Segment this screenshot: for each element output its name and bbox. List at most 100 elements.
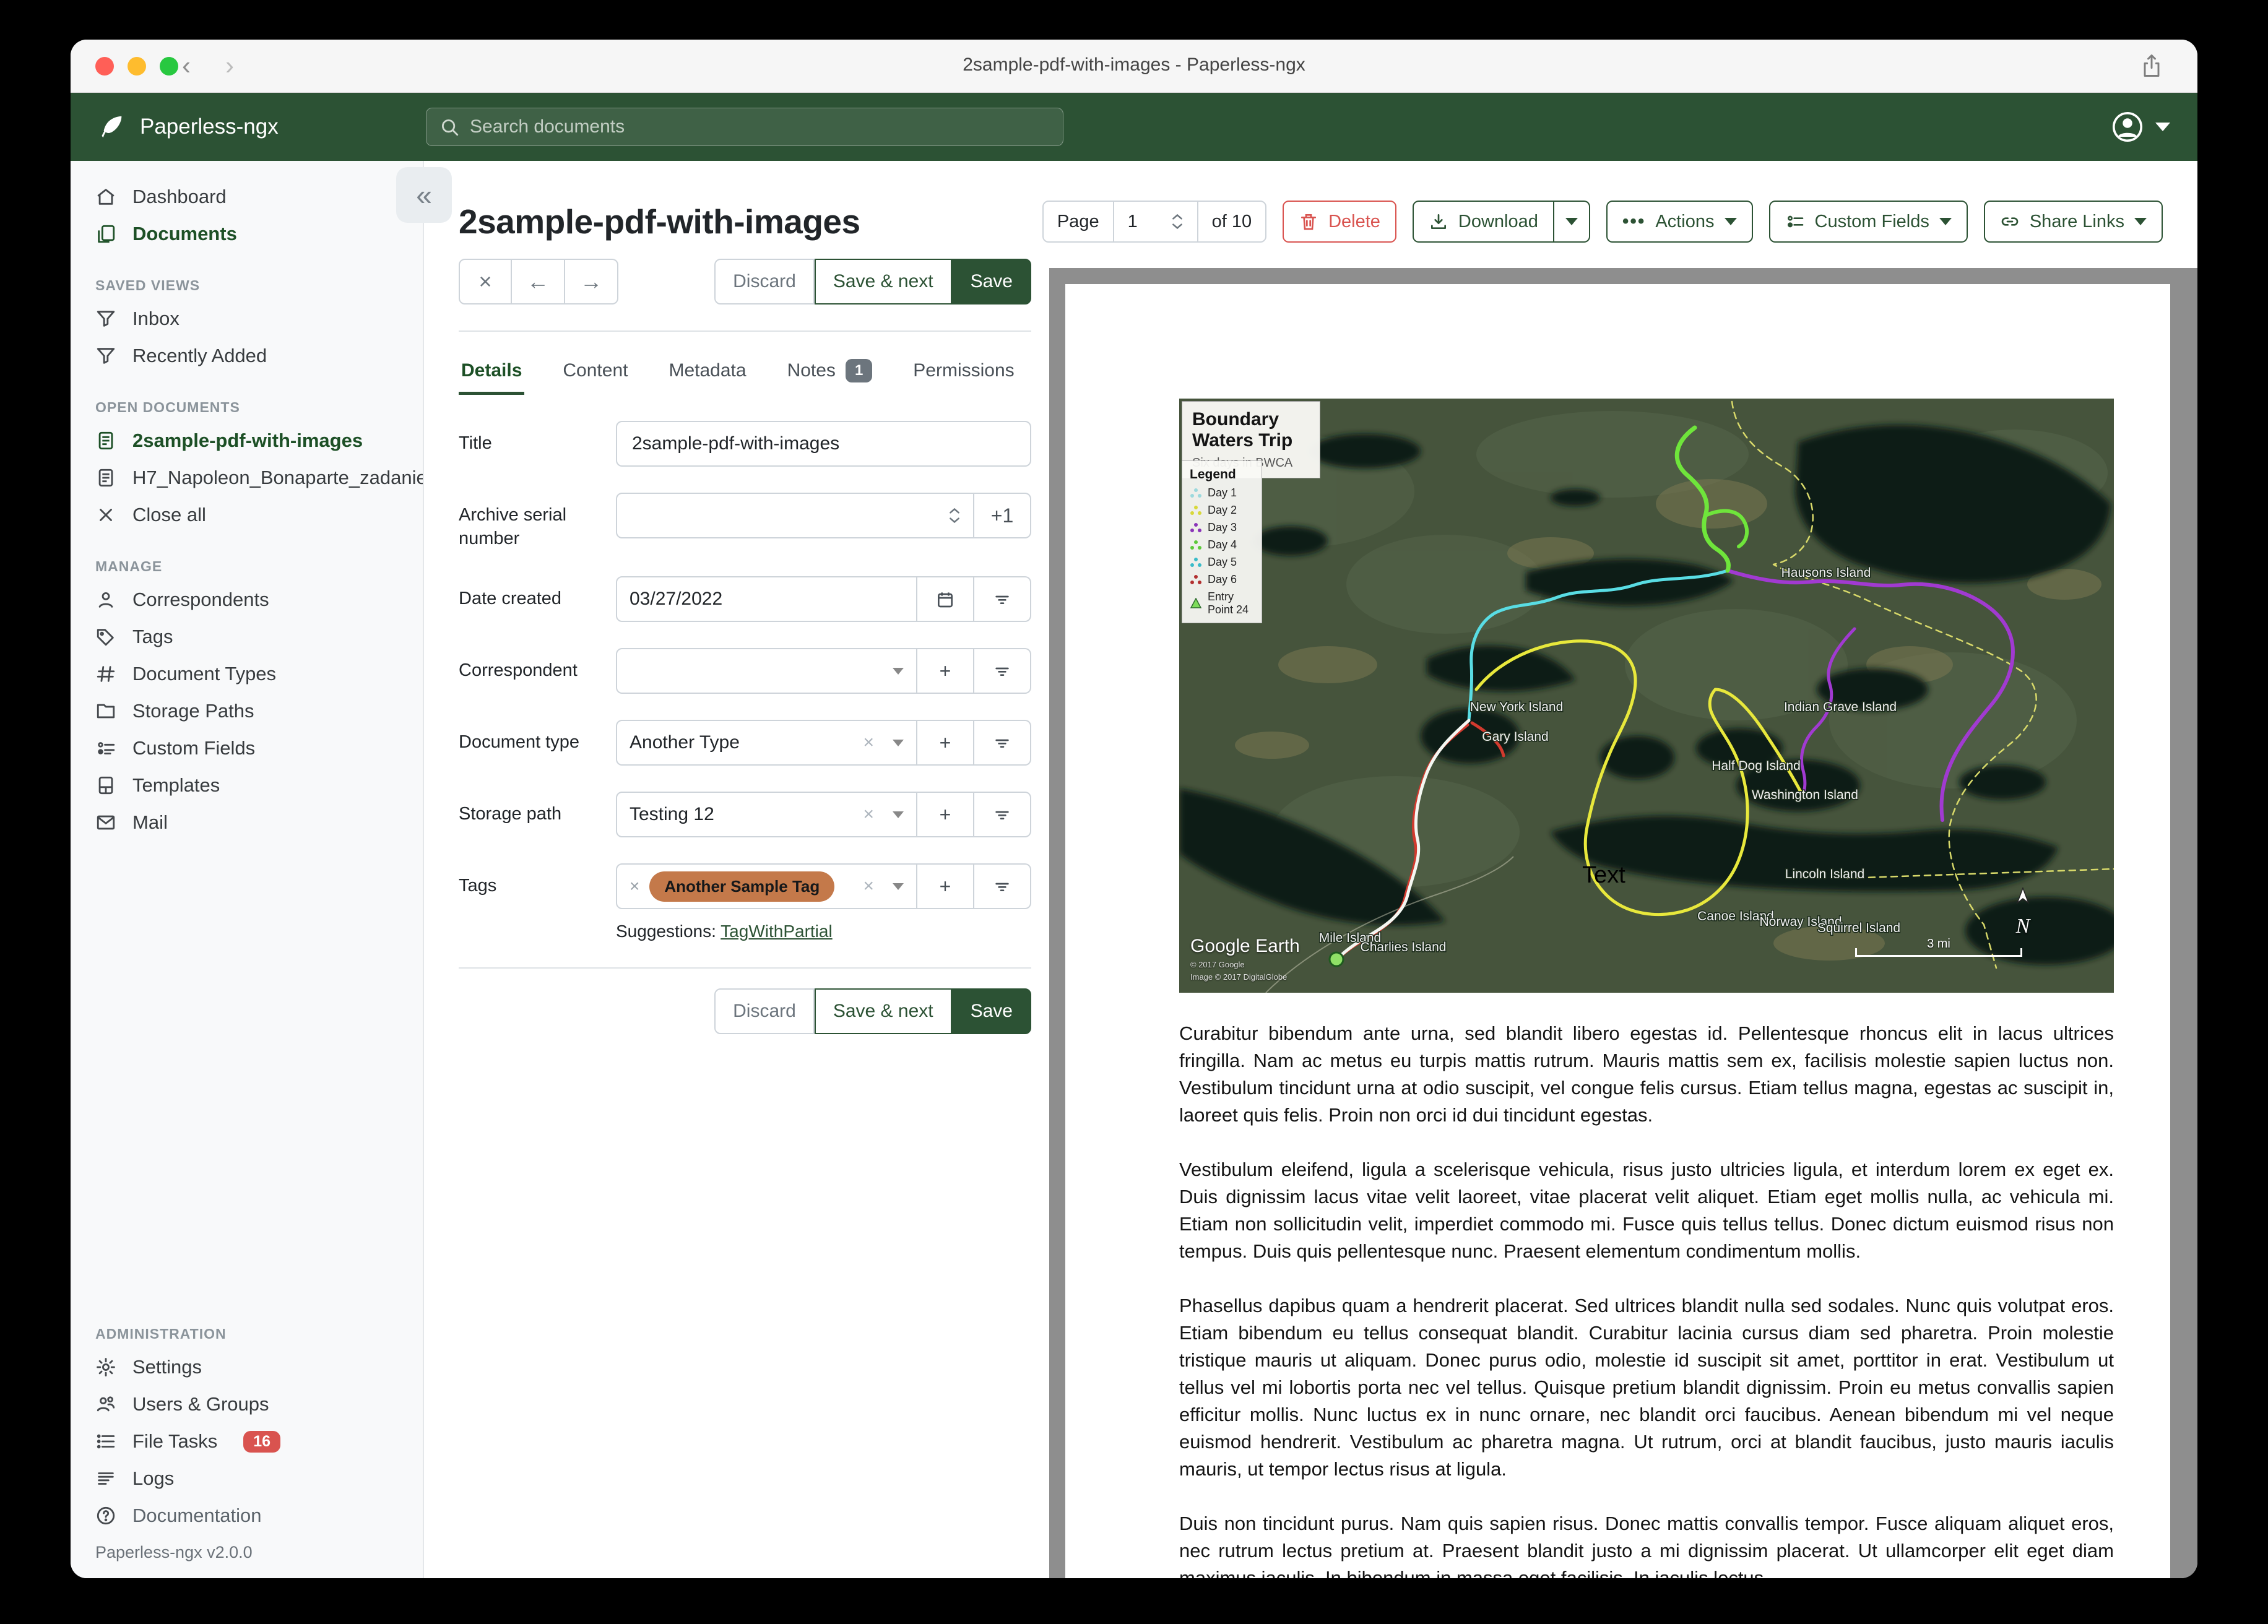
asn-field-label: Archive serial number [459,505,567,548]
remove-tag-icon[interactable]: × [630,876,639,896]
correspondent-filter-button[interactable] [974,648,1031,694]
clear-document-type-button[interactable]: × [863,732,874,753]
save-button[interactable]: Save [951,259,1031,304]
sidebar-item-storage-paths[interactable]: Storage Paths [71,693,423,730]
sidebar-item-close-all[interactable]: Close all [71,496,423,533]
actions-button[interactable]: ••• Actions [1606,201,1753,243]
tasks-list-icon [97,1434,115,1449]
tags-select[interactable]: × Another Sample Tag × [616,863,917,910]
date-filter-button[interactable] [974,576,1031,623]
title-input[interactable] [616,421,1031,467]
delete-button[interactable]: Delete [1283,201,1396,243]
sidebar-item-document-types[interactable]: Document Types [71,655,423,693]
sidebar-item-open-doc-2[interactable]: H7_Napoleon_Bonaparte_zadanie [71,459,423,496]
sidebar-item-logs[interactable]: Logs [71,1460,423,1497]
app-navbar: Paperless-ngx [71,93,2197,161]
main-content: 2sample-pdf-with-images Page of 10 [424,161,2197,1578]
correspondent-select[interactable] [616,648,917,694]
sidebar-item-documents[interactable]: Documents [71,215,423,253]
tab-metadata[interactable]: Metadata [666,350,748,395]
clear-storage-path-button[interactable]: × [863,804,874,825]
pdf-paragraph: Vestibulum eleifend, ligula a scelerisqu… [1179,1159,2114,1263]
share-icon[interactable] [2138,52,2165,79]
hash-icon [97,666,115,682]
sidebar-item-file-tasks[interactable]: File Tasks 16 [71,1423,423,1460]
google-earth-watermark: Google Earth [1190,936,1300,956]
pdf-preview-pane[interactable]: Hausons Island New York Island Gary Isla… [1049,268,2197,1578]
page-stepper[interactable] [1171,212,1184,231]
save-next-button-bottom[interactable]: Save & next [814,988,952,1035]
asn-stepper[interactable] [948,506,961,525]
tab-permissions[interactable]: Permissions [911,350,1016,395]
sidebar-item-mail[interactable]: Mail [71,804,423,841]
mail-icon [97,815,115,830]
user-menu[interactable] [2110,109,2170,145]
title-field-label: Title [459,433,492,453]
custom-fields-button[interactable]: Custom Fields [1768,201,1968,243]
map-label: Half Dog Island [1712,759,1801,773]
asn-input[interactable] [616,493,974,538]
filter-lines-icon [995,811,1009,820]
search-input[interactable] [470,116,1050,137]
sidebar-item-tags[interactable]: Tags [71,618,423,655]
correspondent-label: Correspondent [459,660,578,681]
sidebar-item-templates[interactable]: Templates [71,767,423,804]
page-total: of 10 [1197,202,1265,241]
document-type-select[interactable]: Another Type × [616,720,917,766]
sidebar-item-open-doc-1[interactable]: 2sample-pdf-with-images [71,422,423,459]
legend-title: Legend [1190,467,1236,482]
add-tag-button[interactable]: + [917,863,974,910]
storage-path-select[interactable]: Testing 12 × [616,792,917,838]
next-document-button[interactable]: → [565,259,618,304]
sidebar-item-recently-added[interactable]: Recently Added [71,337,423,374]
download-button[interactable]: Download [1412,201,1554,243]
tab-details[interactable]: Details [459,350,524,395]
sidebar-header-administration: ADMINISTRATION [95,1326,227,1342]
tag-chip[interactable]: Another Sample Tag [649,871,835,902]
brand[interactable]: Paperless-ngx [98,113,426,141]
page-number-input[interactable] [1127,211,1167,232]
notes-badge: 1 [845,359,873,382]
download-icon [1430,214,1446,229]
sidebar-collapse-button[interactable]: « [396,167,452,223]
help-icon [97,1506,115,1525]
tab-notes[interactable]: Notes 1 [785,350,875,395]
add-correspondent-button[interactable]: + [917,648,974,694]
sidebar-item-correspondents[interactable]: Correspondents [71,581,423,618]
filter-lines-icon [995,740,1009,748]
save-button-bottom[interactable]: Save [951,988,1031,1035]
document-type-filter-button[interactable] [974,720,1031,766]
asn-plus-one-button[interactable]: +1 [974,493,1031,538]
calendar-button[interactable] [917,576,974,623]
add-storage-path-button[interactable]: + [917,792,974,838]
discard-button[interactable]: Discard [714,259,815,304]
sidebar-header-saved-views: SAVED VIEWS [95,277,201,293]
person-icon [98,592,113,608]
sidebar-header-open-documents: OPEN DOCUMENTS [95,399,240,415]
tags-filter-button[interactable] [974,863,1031,910]
add-document-type-button[interactable]: + [917,720,974,766]
sidebar-item-inbox[interactable]: Inbox [71,300,423,337]
clear-tags-button[interactable]: × [863,876,874,897]
suggestion-link[interactable]: TagWithPartial [721,922,833,941]
share-links-button[interactable]: Share Links [1983,201,2163,243]
date-created-input[interactable]: 03/27/2022 [616,576,917,623]
download-options-button[interactable] [1554,201,1590,243]
ellipsis-icon: ••• [1622,211,1646,231]
users-icon [97,1396,115,1412]
sidebar-item-custom-fields[interactable]: Custom Fields [71,730,423,767]
tab-content[interactable]: Content [560,350,630,395]
storage-path-filter-button[interactable] [974,792,1031,838]
map-label: Indian Grave Island [1784,700,1897,714]
sidebar-item-dashboard[interactable]: Dashboard [71,178,423,215]
page-navigation-group: Page of 10 [1042,201,1267,243]
close-document-button[interactable]: × [459,259,512,304]
sidebar-item-users-groups[interactable]: Users & Groups [71,1386,423,1423]
discard-button-bottom[interactable]: Discard [714,988,815,1035]
sidebar-item-settings[interactable]: Settings [71,1349,423,1386]
legend-dots-icon [1190,488,1201,498]
previous-document-button[interactable]: ← [512,259,565,304]
filter-lines-icon [995,596,1009,605]
save-next-button[interactable]: Save & next [814,259,952,304]
sidebar-item-documentation[interactable]: Documentation [71,1497,423,1534]
